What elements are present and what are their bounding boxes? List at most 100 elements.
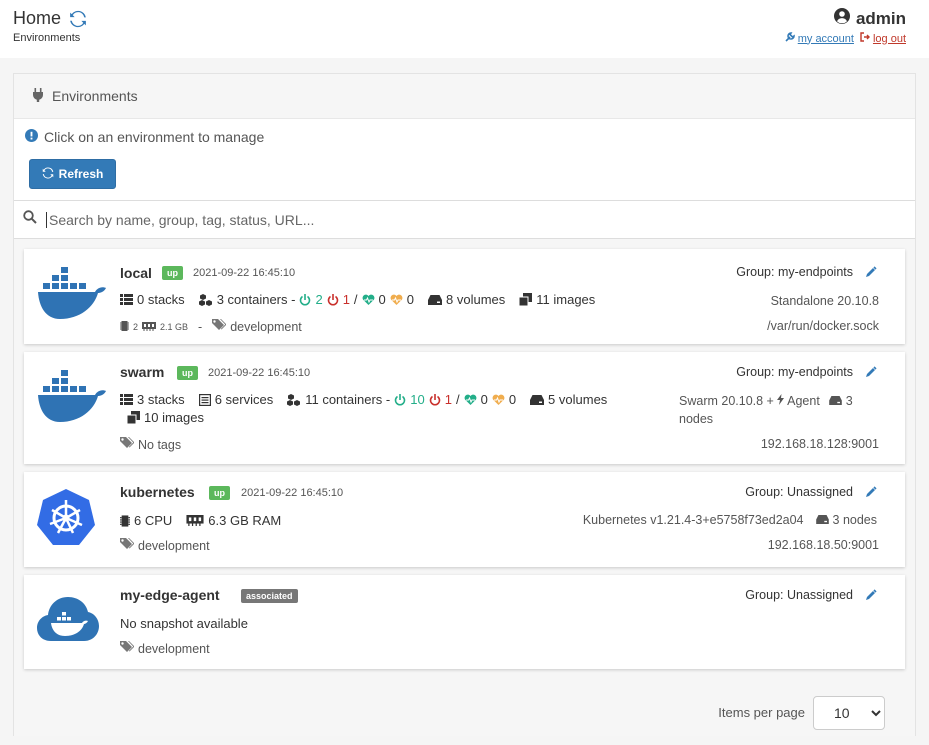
status-badge: up [209,486,230,500]
group-row: Group: Unassigned [745,485,877,499]
tags-icon [120,437,135,452]
status-badge: up [177,366,198,380]
platform-info: Standalone 20.10.8 [770,294,879,308]
clone-icon [519,293,533,306]
tags-row: development [120,641,210,656]
tag-label: development [138,538,210,553]
widget-body: Click on an environment to manage Refres… [14,119,915,200]
cubes-icon [198,293,213,306]
healthy-count: 0 [480,392,488,407]
snapshot-time: 2021-09-22 16:45:10 [241,487,344,499]
power-on-icon [299,293,311,306]
group-label: Group: Unassigned [745,485,853,499]
user-icon [833,8,850,29]
plug-icon [32,87,44,105]
platform-info: Kubernetes v1.21.4-3+e5758f73ed2a04 3 no… [583,513,877,527]
search-bar [14,200,915,239]
widget-header: Environments [14,74,915,119]
bolt-icon [777,394,785,408]
search-input[interactable] [46,211,866,228]
group-row: Group: Unassigned [745,588,877,602]
search-icon [23,210,37,229]
volumes-count: 5 volumes [548,392,608,407]
agent-label: Agent [787,394,820,408]
environment-name: kubernetes [120,484,195,500]
refresh-button[interactable]: Refresh [29,159,116,189]
platform-info: Swarm 20.10.8 + Agent 3 nodes [679,392,879,428]
platform-label: Swarm 20.10.8 + [679,394,774,408]
healthy-count: 0 [378,292,386,307]
tags-row: No tags [120,437,181,452]
environment-card-local[interactable]: local up 2021-09-22 16:45:10 Group: my-e… [24,249,905,344]
sign-out-icon [860,32,870,45]
items-per-page-label: Items per page [718,705,805,720]
wrench-icon [785,32,795,45]
th-list-icon [120,394,133,405]
cubes-icon [287,393,301,406]
docker-cloud-icon [37,595,99,648]
environment-card-my-edge-agent[interactable]: my-edge-agent associated Group: Unassign… [24,575,905,669]
edit-pencil-icon[interactable] [865,589,877,601]
tag-label: development [138,641,210,656]
power-off-icon [327,293,339,306]
environment-name: swarm [120,364,165,380]
log-out-link[interactable]: log out [860,32,906,45]
resources-row: 2 2.1 GB - development [120,319,302,334]
edit-pencil-icon[interactable] [865,266,877,278]
separator: - [198,319,203,334]
info-icon [25,129,38,145]
my-account-label: my account [797,32,854,45]
platform-label: Kubernetes v1.21.4-3+e5758f73ed2a04 [582,513,804,527]
environment-name: my-edge-agent [120,587,220,603]
docker-icon [36,265,108,326]
running-count: 10 [410,392,425,407]
power-off-icon [429,393,441,406]
cpu-count: 6 CPU [134,513,173,528]
containers-count: 3 containers - [216,292,296,307]
breadcrumb: Environments [13,32,81,44]
clone-icon [127,411,140,424]
stats-row: 0 stacks 3 containers - 2 1 / 0 0 8 volu… [120,292,595,307]
group-row: Group: my-endpoints [736,265,877,279]
stacks-count: 0 stacks [137,292,185,307]
page-title: Home [13,8,87,29]
separator: / [455,392,460,407]
nodes-count: 3 [845,394,853,408]
unhealthy-count: 0 [508,392,517,407]
hdd-icon [815,513,829,527]
refresh-icon [42,167,54,182]
heartbeat-icon [464,394,477,406]
my-account-link[interactable]: my account [785,32,854,45]
group-label: Group: my-endpoints [736,265,853,279]
tags-icon [212,319,227,334]
group-row: Group: my-endpoints [736,365,877,379]
list-alt-icon [198,393,211,406]
log-out-label: log out [872,32,906,45]
cpu-count: 2 [133,321,139,332]
power-on-icon [394,393,406,406]
items-per-page-select[interactable]: 10 [813,696,885,730]
edit-pencil-icon[interactable] [865,366,877,378]
tags-icon [120,641,135,656]
environment-card-kubernetes[interactable]: kubernetes up 2021-09-22 16:45:10 Group:… [24,472,905,567]
refresh-icon[interactable] [69,10,87,28]
widget-title: Environments [52,88,138,104]
user-links: my account log out [785,32,906,45]
environments-widget: Environments Click on an environment to … [13,73,916,736]
running-count: 2 [315,292,323,307]
memory-icon [142,320,157,334]
tags-row: development [120,538,210,553]
services-count: 6 services [214,392,274,407]
user-name: admin [855,8,906,28]
nodes-label: nodes [679,412,714,426]
hdd-icon [829,394,843,408]
environment-card-swarm[interactable]: swarm up 2021-09-22 16:45:10 Group: my-e… [24,352,905,464]
edit-pencil-icon[interactable] [865,486,877,498]
user-display: admin [833,8,906,29]
unhealthy-heartbeat-icon [492,394,505,406]
environment-list: local up 2021-09-22 16:45:10 Group: my-e… [14,239,915,686]
unhealthy-count: 0 [406,292,415,307]
separator: / [353,292,358,307]
memory-icon [186,515,204,526]
ram-amount: 2.1 GB [160,321,189,332]
